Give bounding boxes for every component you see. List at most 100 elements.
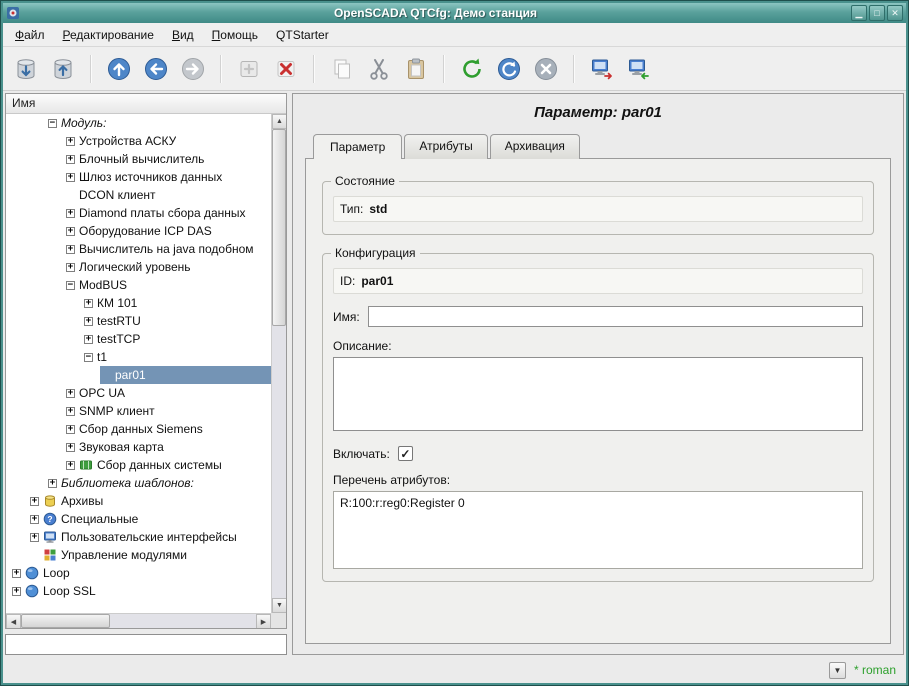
scroll-right-icon[interactable]: ▶ [256,614,271,629]
maximize-icon[interactable]: □ [869,5,885,21]
expand-icon[interactable]: + [66,263,75,272]
host-run-button[interactable] [622,52,656,86]
enable-checkbox[interactable]: ✓ [398,446,413,461]
expand-icon[interactable]: + [84,335,93,344]
tree-horizontal-scrollbar[interactable]: ◀ ▶ [6,613,271,628]
refresh-button[interactable] [455,52,489,86]
expand-icon[interactable]: + [66,173,75,182]
tree-column-header[interactable]: Имя [6,94,286,114]
tree-item[interactable]: +Diamond платы сбора данных [64,204,271,222]
expand-icon[interactable]: + [66,407,75,416]
expand-icon[interactable]: + [66,137,75,146]
expand-icon[interactable]: + [30,497,39,506]
tree-item[interactable]: +Блочный вычислитель [64,150,271,168]
tree-item[interactable]: +SNMP клиент [64,402,271,420]
menu-item-help[interactable]: Помощь [204,25,266,45]
expand-icon[interactable]: + [66,245,75,254]
tree-item[interactable]: +OPC UA [64,384,271,402]
tree-item[interactable]: DCON клиент [64,186,271,204]
close-icon[interactable]: ✕ [887,5,903,21]
menu-item-view[interactable]: Вид [164,25,202,45]
id-row: ID: par01 [333,268,863,294]
expand-icon[interactable]: + [48,479,57,488]
tree-item[interactable]: −Модуль: [46,114,271,132]
expand-icon[interactable]: + [84,299,93,308]
tree-item[interactable]: +Пользовательские интерфейсы [28,528,271,546]
menu-item-qtstarter[interactable]: QTStarter [268,25,337,45]
type-value: std [369,202,387,216]
expand-icon[interactable]: + [66,209,75,218]
tree-item[interactable]: par01 [100,366,271,384]
tree-item[interactable]: + Логический уровень [64,258,271,276]
tree-item[interactable]: +Сбор данных Siemens [64,420,271,438]
tree-item[interactable]: +Loop SSL [10,582,271,600]
menu-item-file[interactable]: Файл [7,25,53,45]
tree-item[interactable]: −t1 [82,348,271,366]
tree-item[interactable]: +Библиотека шаблонов: [46,474,271,492]
paste-button[interactable] [399,52,433,86]
paste-icon [403,56,429,82]
tree-filter-input[interactable] [5,634,287,655]
name-input[interactable] [368,306,863,327]
tree-item[interactable]: +Звуковая карта [64,438,271,456]
delete-button[interactable] [269,52,303,86]
save-button[interactable] [46,52,80,86]
expand-icon[interactable]: + [66,461,75,470]
scroll-thumb[interactable] [21,614,110,628]
scroll-left-icon[interactable]: ◀ [6,614,21,629]
forward-button[interactable] [176,52,210,86]
tree-item[interactable]: +Сбор данных системы [64,456,271,474]
back-button[interactable] [139,52,173,86]
state-group: Состояние Тип: std [322,181,874,235]
tree-item[interactable]: −ModBUS [64,276,271,294]
tree-item[interactable]: +Оборудование ICP DAS [64,222,271,240]
tree-item[interactable]: +testTCP [82,330,271,348]
tab-parameter[interactable]: Параметр [313,134,402,159]
tree-item[interactable]: +?Специальные [28,510,271,528]
tree-item[interactable]: +testRTU [82,312,271,330]
tree-item[interactable]: +Loop [10,564,271,582]
expand-icon[interactable]: + [12,587,21,596]
tree-item[interactable]: +КМ 101 [82,294,271,312]
tree-item[interactable]: +Вычислитель на java подобном [64,240,271,258]
tree-vertical-scrollbar[interactable]: ▲ ▼ [271,114,286,613]
expand-icon[interactable]: + [66,227,75,236]
expand-icon[interactable]: + [66,425,75,434]
menu-item-edit[interactable]: Редактирование [55,25,162,45]
expand-icon[interactable]: + [84,317,93,326]
tab-archiving[interactable]: Архивация [490,134,580,159]
expand-icon[interactable]: + [66,389,75,398]
collapse-icon[interactable]: − [66,281,75,290]
tree-item[interactable]: +Шлюз источников данных [64,168,271,186]
start-button[interactable] [492,52,526,86]
expand-icon[interactable]: + [30,533,39,542]
scroll-track[interactable] [272,129,286,598]
tree-item-label: Логический уровень [79,260,191,274]
load-button[interactable] [9,52,43,86]
up-button[interactable] [102,52,136,86]
scroll-down-icon[interactable]: ▼ [272,598,287,613]
tree-row: +testTCP [6,330,271,348]
tab-attributes[interactable]: Атрибуты [404,134,487,159]
expand-icon[interactable]: + [66,155,75,164]
scroll-thumb[interactable] [272,129,286,326]
collapse-icon[interactable]: − [84,353,93,362]
tree-item[interactable]: +Архивы [28,492,271,510]
expand-icon[interactable]: + [30,515,39,524]
minimize-icon[interactable]: ▁ [851,5,867,21]
host-link-button[interactable] [585,52,619,86]
tree-item[interactable]: Управление модулями [28,546,271,564]
add-button[interactable] [232,52,266,86]
scroll-up-icon[interactable]: ▲ [272,114,287,129]
cut-button[interactable] [362,52,396,86]
description-textarea[interactable] [333,357,863,431]
attributes-list[interactable]: R:100:r:reg0:Register 0 [333,491,863,569]
collapse-icon[interactable]: − [48,119,57,128]
status-dropdown-icon[interactable]: ▼ [829,662,846,679]
scroll-track[interactable] [21,614,256,628]
expand-icon[interactable]: + [12,569,21,578]
copy-button[interactable] [325,52,359,86]
stop-button[interactable] [529,52,563,86]
expand-icon[interactable]: + [66,443,75,452]
tree-item[interactable]: +Устройства АСКУ [64,132,271,150]
